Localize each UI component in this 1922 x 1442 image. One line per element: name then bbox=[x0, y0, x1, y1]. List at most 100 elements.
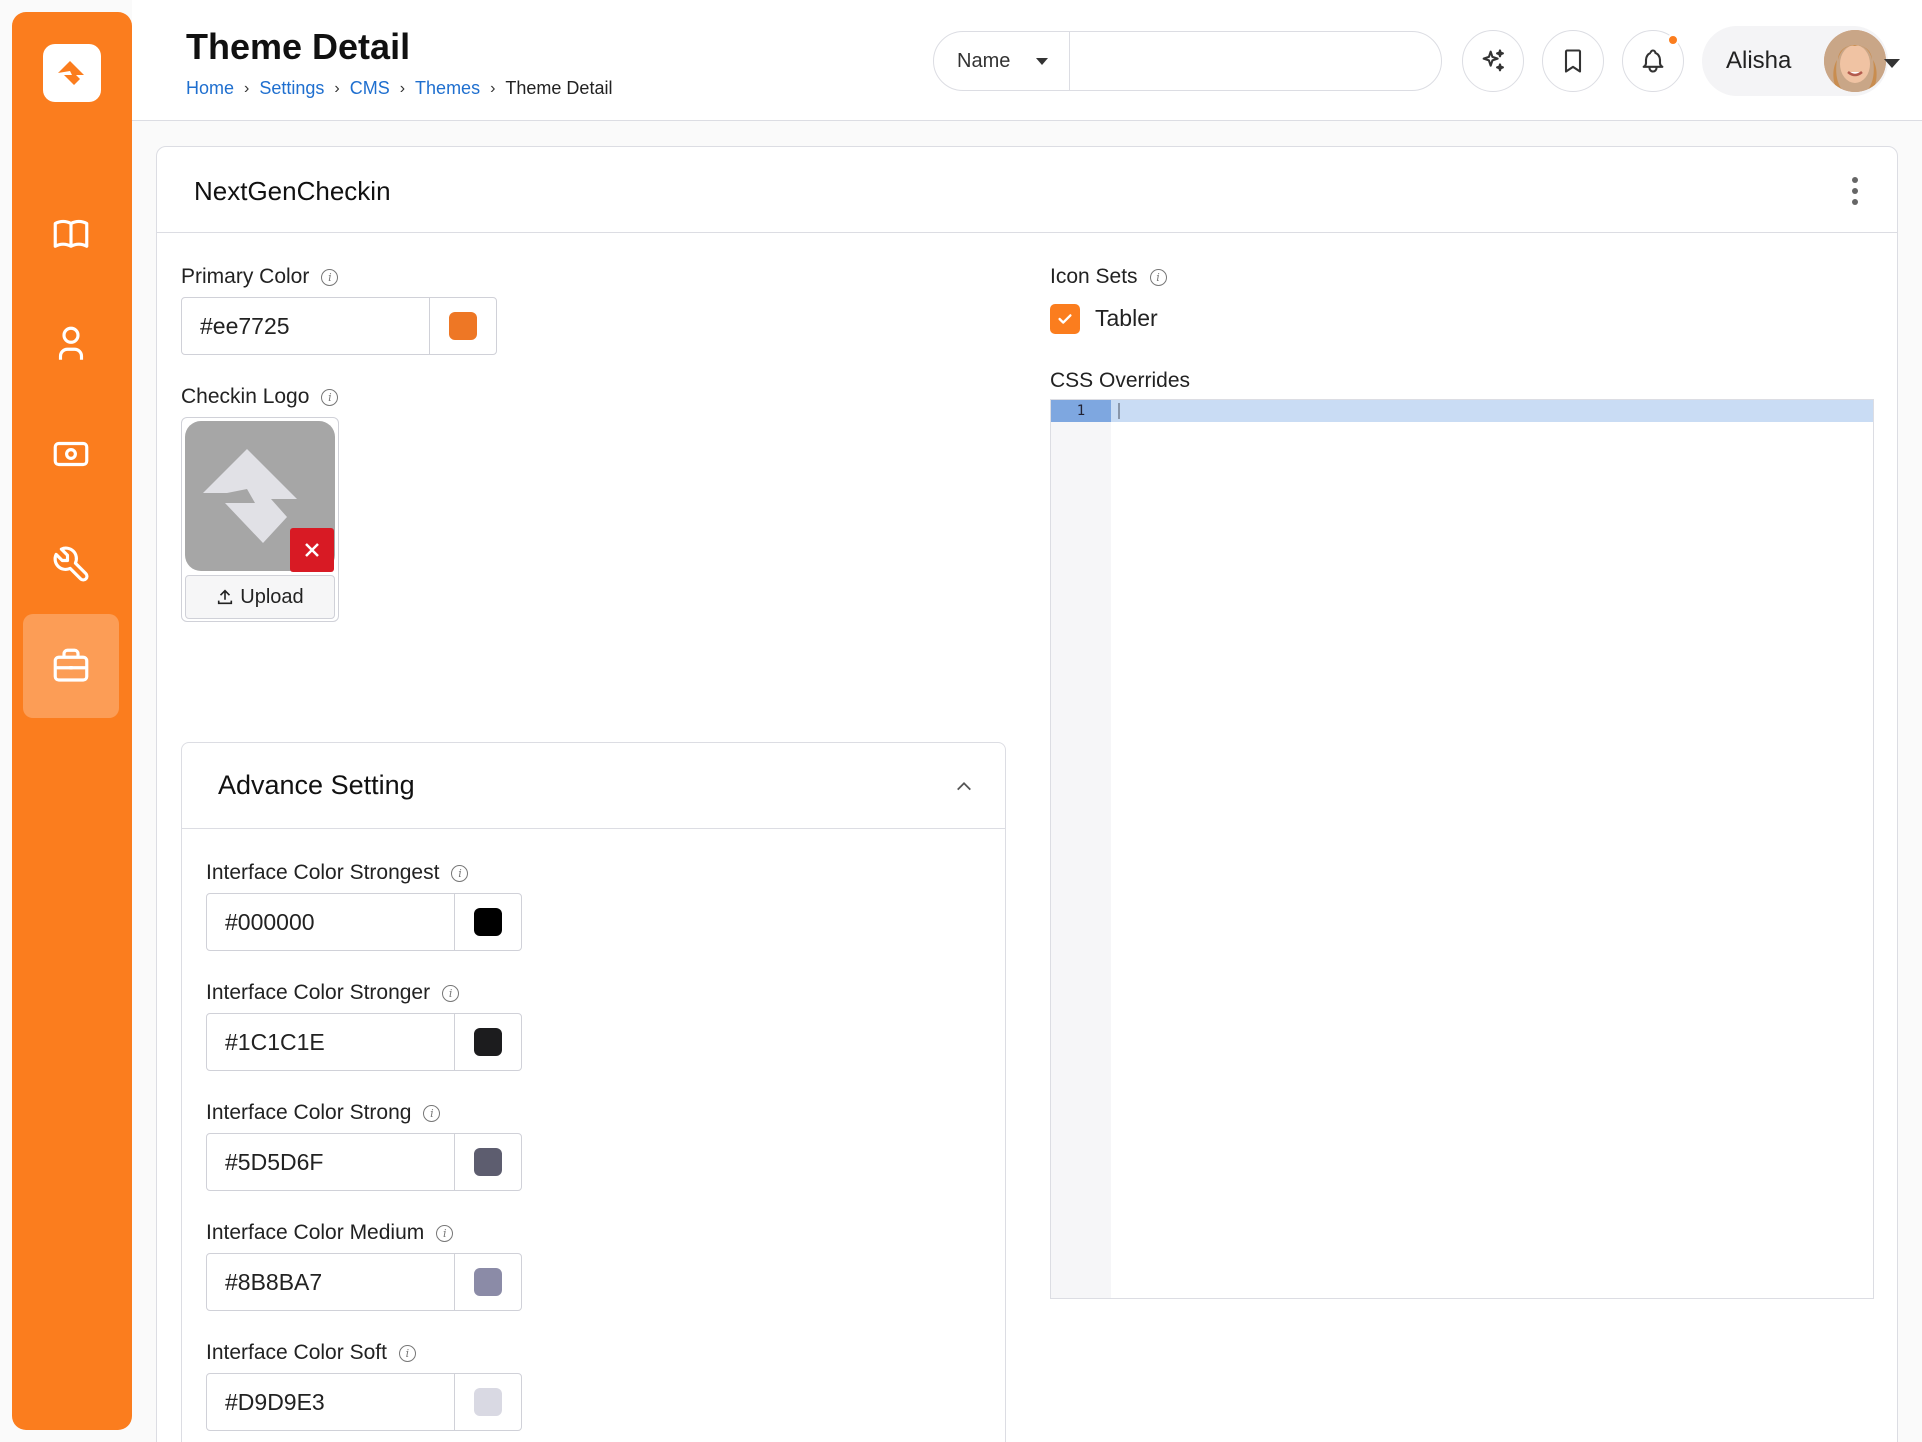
more-options-icon[interactable] bbox=[1851, 177, 1859, 205]
interface-color-stronger-value[interactable]: #1C1C1E bbox=[207, 1014, 455, 1070]
editor-active-line bbox=[1051, 400, 1873, 422]
breadcrumb-current: Theme Detail bbox=[505, 78, 613, 98]
user-menu[interactable]: Alisha bbox=[1702, 26, 1888, 96]
user-menu-caret-icon[interactable] bbox=[1884, 59, 1900, 68]
css-overrides-label-text: CSS Overrides bbox=[1050, 369, 1191, 392]
info-icon[interactable]: i bbox=[436, 1224, 454, 1242]
info-icon[interactable]: i bbox=[321, 388, 339, 406]
user-icon bbox=[58, 326, 84, 360]
close-icon bbox=[305, 543, 319, 557]
advance-setting-header[interactable]: Advance Setting bbox=[182, 743, 1005, 829]
sidebar bbox=[12, 12, 132, 1430]
css-overrides-editor[interactable]: 1 bbox=[1050, 399, 1874, 1299]
user-name: Alisha bbox=[1726, 47, 1792, 74]
tabler-checkbox-label[interactable]: Tabler bbox=[1095, 305, 1158, 332]
chevron-up-icon[interactable] bbox=[955, 777, 973, 795]
app-logo[interactable] bbox=[43, 44, 101, 102]
theme-detail-card: NextGenCheckin Primary Color i #ee7725 C… bbox=[156, 146, 1898, 1442]
field-label: Interface Color Soft i bbox=[206, 1341, 416, 1365]
sidebar-item-briefcase[interactable] bbox=[23, 614, 119, 718]
interface-color-strongest-input[interactable]: #000000 bbox=[206, 893, 522, 951]
checkin-logo-label: Checkin Logo i bbox=[181, 385, 339, 409]
editor-gutter bbox=[1051, 400, 1111, 1298]
field-label: Interface Color Stronger i bbox=[206, 981, 460, 1005]
interface-color-strong-label: Interface Color Strong bbox=[206, 1101, 412, 1124]
breadcrumb-separator-icon: › bbox=[490, 79, 496, 97]
color-swatch bbox=[449, 312, 477, 340]
color-swatch-button[interactable] bbox=[455, 1374, 521, 1430]
breadcrumb-cms[interactable]: CMS bbox=[350, 78, 390, 99]
advance-setting-panel: Advance Setting Interface Color Stronges… bbox=[181, 742, 1006, 1442]
color-swatch-button[interactable] bbox=[455, 894, 521, 950]
breadcrumb-home[interactable]: Home bbox=[186, 78, 234, 99]
breadcrumb-separator-icon: › bbox=[244, 79, 250, 97]
info-icon[interactable]: i bbox=[423, 1104, 441, 1122]
editor-cursor bbox=[1118, 403, 1120, 419]
sidebar-item-user[interactable] bbox=[23, 292, 119, 396]
primary-color-input[interactable]: #ee7725 bbox=[181, 297, 497, 355]
ai-sparkle-button[interactable] bbox=[1462, 30, 1524, 92]
field-label: Interface Color Medium i bbox=[206, 1221, 454, 1245]
info-icon[interactable]: i bbox=[442, 984, 460, 1002]
sidebar-item-tools[interactable] bbox=[23, 512, 119, 616]
interface-color-medium-input[interactable]: #8B8BA7 bbox=[206, 1253, 522, 1311]
tabler-checkbox[interactable] bbox=[1050, 304, 1080, 334]
search-field-select-label: Name bbox=[957, 49, 1011, 72]
tool-icon bbox=[53, 546, 89, 582]
primary-color-label: Primary Color i bbox=[181, 265, 339, 289]
interface-color-strongest-value[interactable]: #000000 bbox=[207, 894, 455, 950]
color-swatch bbox=[474, 1148, 502, 1176]
upload-button[interactable]: Upload bbox=[185, 575, 335, 619]
check-icon bbox=[1058, 314, 1072, 324]
sidebar-item-cash[interactable] bbox=[23, 402, 119, 506]
search-field-select[interactable]: Name bbox=[934, 32, 1070, 90]
color-swatch-button[interactable] bbox=[455, 1254, 521, 1310]
color-swatch bbox=[474, 1388, 502, 1416]
interface-color-stronger-label: Interface Color Stronger bbox=[206, 981, 431, 1004]
advance-setting-title: Advance Setting bbox=[218, 770, 415, 800]
color-swatch bbox=[474, 1028, 502, 1056]
search-bar: Name bbox=[933, 31, 1442, 91]
theme-name: NextGenCheckin bbox=[194, 176, 391, 206]
interface-color-soft-value[interactable]: #D9D9E3 bbox=[207, 1374, 455, 1430]
remove-logo-button[interactable] bbox=[290, 528, 334, 572]
primary-color-label-text: Primary Color bbox=[181, 265, 310, 288]
primary-color-swatch-button[interactable] bbox=[430, 298, 496, 354]
info-icon[interactable]: i bbox=[451, 864, 469, 882]
color-swatch-button[interactable] bbox=[455, 1014, 521, 1070]
book-icon bbox=[53, 219, 89, 248]
icon-sets-label: Icon Sets i bbox=[1050, 265, 1167, 289]
search-input[interactable] bbox=[1070, 32, 1441, 90]
interface-color-soft-input[interactable]: #D9D9E3 bbox=[206, 1373, 522, 1431]
primary-color-value[interactable]: #ee7725 bbox=[182, 298, 430, 354]
bookmark-button[interactable] bbox=[1542, 30, 1604, 92]
interface-color-strong-value[interactable]: #5D5D6F bbox=[207, 1134, 455, 1190]
bookmark-icon bbox=[1564, 49, 1582, 73]
field-label: Interface Color Strongest i bbox=[206, 861, 469, 885]
color-swatch bbox=[474, 1268, 502, 1296]
info-icon[interactable]: i bbox=[398, 1344, 416, 1362]
interface-color-medium-value[interactable]: #8B8BA7 bbox=[207, 1254, 455, 1310]
info-icon[interactable]: i bbox=[1149, 268, 1167, 286]
checkin-logo-label-text: Checkin Logo bbox=[181, 385, 310, 408]
notifications-button[interactable] bbox=[1622, 30, 1684, 92]
breadcrumb-themes[interactable]: Themes bbox=[415, 78, 480, 99]
upload-icon bbox=[218, 589, 233, 605]
interface-color-soft-label: Interface Color Soft bbox=[206, 1341, 387, 1364]
editor-line-number: 1 bbox=[1051, 400, 1111, 422]
color-swatch-button[interactable] bbox=[455, 1134, 521, 1190]
interface-color-stronger-input[interactable]: #1C1C1E bbox=[206, 1013, 522, 1071]
logo-uploader: Upload bbox=[181, 417, 339, 622]
page-title: Theme Detail bbox=[186, 26, 411, 67]
sidebar-item-book[interactable] bbox=[23, 182, 119, 286]
interface-color-strong-input[interactable]: #5D5D6F bbox=[206, 1133, 522, 1191]
briefcase-icon bbox=[53, 648, 89, 682]
card-header: NextGenCheckin bbox=[157, 147, 1897, 233]
notification-dot bbox=[1667, 34, 1679, 46]
interface-color-medium-label: Interface Color Medium bbox=[206, 1221, 425, 1244]
field-label: Interface Color Strong i bbox=[206, 1101, 441, 1125]
breadcrumb-settings[interactable]: Settings bbox=[259, 78, 324, 99]
info-icon[interactable]: i bbox=[321, 268, 339, 286]
color-swatch bbox=[474, 908, 502, 936]
breadcrumb: Home › Settings › CMS › Themes › Theme D… bbox=[186, 78, 612, 99]
